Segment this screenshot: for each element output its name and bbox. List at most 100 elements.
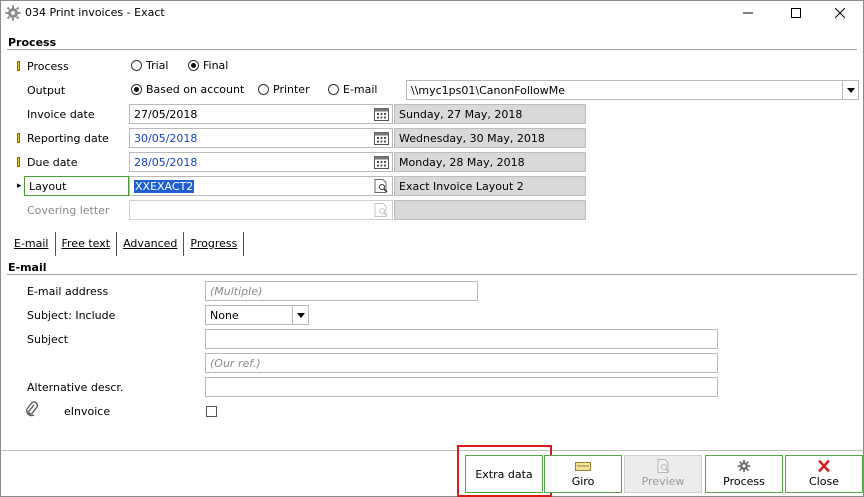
search-icon[interactable] [374, 179, 389, 193]
layout-label: Layout [29, 180, 67, 193]
printer-select-value: \\myc1ps01\CanonFollowMe [411, 84, 565, 97]
alternative-descr-input[interactable] [205, 377, 718, 397]
maximize-icon [791, 8, 801, 18]
close-icon [818, 459, 830, 473]
close-button[interactable]: Close [785, 455, 863, 493]
covering-letter-label: Covering letter [27, 204, 110, 217]
minimize-icon [743, 12, 753, 14]
tab-label: Progress [190, 237, 238, 250]
output-printer-radio[interactable]: Printer [258, 83, 310, 96]
process-label: Process [27, 60, 69, 73]
radio-circle-checked [131, 84, 142, 95]
process-trial-radio[interactable]: Trial [131, 59, 168, 72]
einvoice-checkbox[interactable] [206, 406, 217, 417]
chevron-down-icon [846, 87, 855, 93]
chevron-down-icon [296, 312, 305, 318]
mandatory-marker [17, 133, 20, 143]
tab-label: Free text [61, 237, 111, 250]
email-address-placeholder: (Multiple) [210, 285, 263, 298]
due-date-field[interactable]: 28/05/2018 [129, 152, 393, 172]
radio-label: Based on account [146, 83, 245, 96]
close-icon [835, 8, 845, 18]
email-section-divider [7, 274, 857, 275]
covering-letter-field[interactable] [129, 200, 393, 220]
reporting-date-value: 30/05/2018 [134, 132, 198, 145]
email-address-input[interactable]: (Multiple) [205, 281, 478, 301]
process-section-title: Process [8, 36, 57, 49]
output-based-on-account-radio[interactable]: Based on account [131, 83, 244, 96]
highlight-box [457, 445, 552, 497]
radio-label: Printer [273, 83, 310, 96]
tab-label: E-mail [14, 237, 49, 250]
tab-bar: E-mail Free text Advanced Progress [9, 232, 245, 256]
gear-icon [737, 459, 751, 473]
maximize-button[interactable] [773, 1, 819, 25]
invoice-date-field[interactable]: 27/05/2018 [129, 104, 393, 124]
search-icon[interactable] [374, 203, 389, 217]
due-date-value: 28/05/2018 [134, 156, 198, 169]
radio-label: Trial [146, 59, 169, 72]
mandatory-marker [17, 61, 20, 71]
radio-circle [328, 84, 339, 95]
preview-button[interactable]: Preview [624, 455, 702, 493]
tab-email[interactable]: E-mail [9, 232, 56, 256]
subject-ref-placeholder: (Our ref.) [210, 357, 261, 370]
mandatory-marker [17, 157, 20, 167]
alternative-descr-label: Alternative descr. [27, 381, 124, 394]
reporting-date-description: Wednesday, 30 May, 2018 [394, 128, 586, 148]
output-email-radio[interactable]: E-mail [328, 83, 378, 96]
radio-circle [258, 84, 269, 95]
gear-icon [5, 5, 21, 21]
tab-progress[interactable]: Progress [184, 232, 245, 256]
giro-label: Giro [571, 475, 595, 488]
subject-include-value: None [210, 309, 239, 322]
email-section-title: E-mail [8, 261, 47, 274]
layout-label-box: Layout [24, 176, 129, 196]
giro-button[interactable]: Giro [544, 455, 622, 493]
tab-label: Advanced [123, 237, 178, 250]
printer-dropdown-button[interactable] [842, 81, 858, 99]
printer-select[interactable]: \\myc1ps01\CanonFollowMe [406, 80, 859, 100]
radio-label: E-mail [343, 83, 378, 96]
footer-divider [1, 450, 863, 451]
layout-description: Exact Invoice Layout 2 [394, 176, 586, 196]
calendar-icon[interactable] [374, 131, 389, 145]
paperclip-icon [26, 401, 38, 417]
subject-input[interactable] [205, 329, 718, 349]
tab-free-text[interactable]: Free text [56, 232, 118, 256]
subject-label: Subject [27, 333, 69, 346]
layout-field[interactable]: XXEXACT2 [129, 176, 393, 196]
covering-letter-description [394, 200, 586, 220]
layout-value: XXEXACT2 [134, 180, 195, 193]
email-address-label: E-mail address [27, 285, 109, 298]
output-label: Output [27, 84, 66, 97]
calendar-icon[interactable] [374, 155, 389, 169]
giro-icon [575, 462, 591, 471]
subject-include-select[interactable]: None [205, 305, 309, 325]
current-row-arrow-icon: ▸ [17, 181, 22, 191]
preview-label: Preview [641, 475, 685, 488]
process-button-label: Process [723, 475, 765, 488]
invoice-date-label: Invoice date [27, 108, 95, 121]
title-bar: 034 Print invoices - Exact [1, 1, 863, 25]
minimize-button[interactable] [725, 1, 771, 25]
calendar-icon[interactable] [374, 107, 389, 121]
invoice-date-description: Sunday, 27 May, 2018 [394, 104, 586, 124]
invoice-date-value: 27/05/2018 [134, 108, 198, 121]
close-window-button[interactable] [817, 1, 863, 25]
radio-circle-checked [188, 60, 199, 71]
process-button[interactable]: Process [705, 455, 783, 493]
subject-include-label: Subject: Include [27, 309, 116, 322]
radio-circle [131, 60, 142, 71]
einvoice-label: eInvoice [64, 405, 111, 418]
subject-include-dropdown-button[interactable] [292, 306, 308, 324]
subject-ref-input[interactable]: (Our ref.) [205, 353, 718, 373]
window-title: 034 Print invoices - Exact [25, 6, 165, 19]
tab-advanced[interactable]: Advanced [117, 232, 185, 256]
due-date-description: Monday, 28 May, 2018 [394, 152, 586, 172]
reporting-date-field[interactable]: 30/05/2018 [129, 128, 393, 148]
process-final-radio[interactable]: Final [188, 59, 228, 72]
close-button-label: Close [809, 475, 839, 488]
preview-icon [657, 459, 670, 473]
due-date-label: Due date [27, 156, 78, 169]
